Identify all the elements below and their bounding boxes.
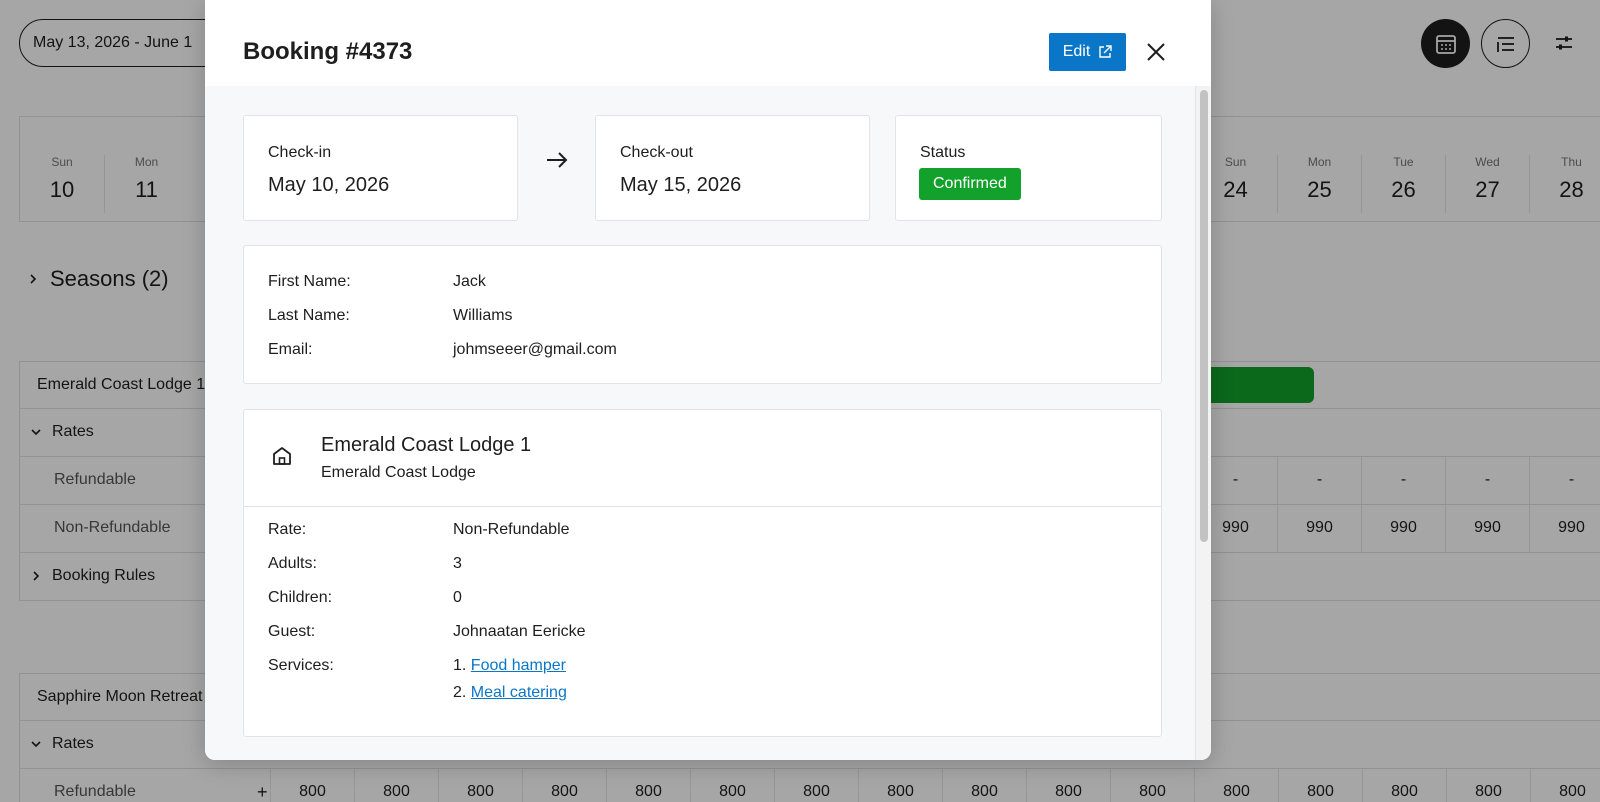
- rate-label: Rate:: [268, 521, 307, 538]
- guest-value: Johnaatan Eericke: [453, 623, 586, 640]
- last-name-row: Last Name: Williams: [268, 307, 513, 325]
- scroll-thumb[interactable]: [1200, 90, 1208, 542]
- email-row: Email: johmseeer@gmail.com: [268, 341, 617, 359]
- service-item: 1. Food hamper: [453, 657, 567, 675]
- home-icon: [273, 447, 291, 465]
- service-number: 2.: [453, 684, 467, 701]
- first-name-row: First Name: Jack: [268, 273, 486, 291]
- service-link[interactable]: Food hamper: [471, 657, 566, 674]
- modal-header: Booking #4373 Edit: [205, 0, 1211, 86]
- modal-body: Check-in May 10, 2026 Check-out May 15, …: [205, 86, 1195, 760]
- email-label: Email:: [268, 341, 313, 358]
- service-number: 1.: [453, 657, 467, 674]
- checkout-label: Check-out: [620, 144, 693, 161]
- checkout-card: Check-out May 15, 2026: [595, 115, 870, 221]
- guest-card: First Name: Jack Last Name: Williams Ema…: [243, 245, 1162, 384]
- arrow-right-icon: [547, 152, 568, 168]
- rate-value: Non-Refundable: [453, 521, 570, 538]
- stay-card: Emerald Coast Lodge 1 Emerald Coast Lodg…: [243, 409, 1162, 737]
- close-button[interactable]: [1142, 38, 1170, 66]
- checkin-card: Check-in May 10, 2026: [243, 115, 518, 221]
- email-value: johmseeer@gmail.com: [453, 341, 617, 358]
- status-card: Status Confirmed: [895, 115, 1162, 221]
- property-header: Emerald Coast Lodge 1 Emerald Coast Lodg…: [244, 410, 1161, 507]
- booking-modal: Booking #4373 Edit Check-in May 10, 2026: [205, 0, 1211, 760]
- rate-row: Rate: Non-Refundable: [268, 521, 570, 539]
- property-subtitle: Emerald Coast Lodge: [321, 464, 476, 481]
- status-badge: Confirmed: [919, 168, 1021, 200]
- property-name: Emerald Coast Lodge 1: [321, 434, 532, 456]
- edit-button[interactable]: Edit: [1049, 33, 1126, 71]
- checkin-label: Check-in: [268, 144, 332, 161]
- status-label: Status: [920, 144, 966, 161]
- service-link[interactable]: Meal catering: [471, 684, 567, 701]
- last-name-value: Williams: [453, 307, 513, 324]
- external-link-icon: [1099, 45, 1112, 58]
- adults-value: 3: [453, 555, 462, 572]
- edit-label: Edit: [1062, 43, 1091, 60]
- services-row: Services: 1. Food hamper 2. Meal caterin…: [268, 657, 567, 702]
- adults-label: Adults:: [268, 555, 317, 572]
- first-name-value: Jack: [453, 273, 486, 290]
- modal-title: Booking #4373: [243, 38, 413, 65]
- guest-row: Guest: Johnaatan Eericke: [268, 623, 586, 641]
- children-label: Children:: [268, 589, 333, 606]
- adults-row: Adults: 3: [268, 555, 462, 573]
- children-value: 0: [453, 589, 462, 606]
- service-item: 2. Meal catering: [453, 684, 567, 702]
- checkout-value: May 15, 2026: [620, 174, 742, 196]
- checkin-value: May 10, 2026: [268, 174, 390, 196]
- first-name-label: First Name:: [268, 273, 351, 290]
- close-icon: [1147, 43, 1165, 61]
- services-list: 1. Food hamper 2. Meal catering: [453, 657, 567, 702]
- last-name-label: Last Name:: [268, 307, 350, 324]
- services-label: Services:: [268, 657, 334, 674]
- guest-label: Guest:: [268, 623, 316, 640]
- children-row: Children: 0: [268, 589, 462, 607]
- modal-scrollbar[interactable]: [1195, 86, 1211, 760]
